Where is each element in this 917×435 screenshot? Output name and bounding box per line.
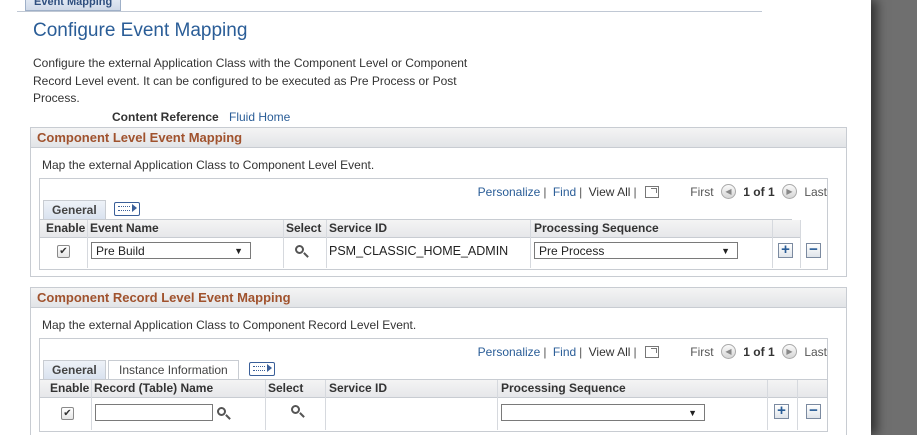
component-level-group: Component Level Event Mapping Map the ex… <box>30 127 847 277</box>
first-link[interactable]: First <box>690 345 713 359</box>
add-row-icon[interactable]: + <box>774 403 789 419</box>
view-all-link[interactable]: View All <box>589 345 631 359</box>
personalize-link[interactable]: Personalize <box>478 345 541 359</box>
delete-row-icon[interactable]: − <box>806 242 821 258</box>
tab-general[interactable]: General <box>43 360 106 379</box>
col-service-id: Service ID <box>329 381 388 395</box>
grid-tabs: General <box>40 199 792 220</box>
next-icon[interactable]: ▶ <box>781 344 797 360</box>
processing-sequence-value: Pre Process <box>539 244 605 258</box>
service-id-value: PSM_CLASSIC_HOME_ADMIN <box>329 244 509 258</box>
dropdown-arrow-icon: ▼ <box>688 408 697 418</box>
col-event-name: Event Name <box>90 221 159 235</box>
component-level-grid: Personalize | Find | View All | First ◀ 1 o… <box>39 178 828 270</box>
view-all-link[interactable]: View All <box>589 185 631 199</box>
previous-icon[interactable]: ◀ <box>720 184 736 200</box>
table-header: Enable Record (Table) Name Select Servic… <box>40 380 827 398</box>
col-enable: Enable <box>46 221 86 235</box>
processing-sequence-dropdown[interactable]: ▼ <box>501 404 705 421</box>
col-processing-sequence: Processing Sequence <box>534 221 659 235</box>
content-reference-link[interactable]: Fluid Home <box>229 110 290 124</box>
processing-sequence-dropdown[interactable]: Pre Process ▼ <box>534 242 738 259</box>
find-link[interactable]: Find <box>553 185 576 199</box>
dropdown-arrow-icon: ▼ <box>234 246 243 256</box>
page-title: Configure Event Mapping <box>33 20 248 41</box>
grid-navigation: Personalize | Find | View All | First ◀ 1 o… <box>477 184 827 200</box>
first-link[interactable]: First <box>690 185 713 199</box>
grid-navigation: Personalize | Find | View All | First ◀ 1 o… <box>477 344 827 360</box>
dropdown-arrow-icon: ▼ <box>721 246 730 256</box>
grid-tabs: General Instance Information <box>40 359 827 380</box>
row-range: 1 of 1 <box>743 184 775 199</box>
search-icon[interactable] <box>295 245 304 254</box>
popout-icon[interactable] <box>644 185 659 198</box>
col-service-id: Service ID <box>329 221 388 235</box>
delete-row-icon[interactable]: − <box>806 403 821 419</box>
tab-general[interactable]: General <box>43 200 106 219</box>
col-processing-sequence: Processing Sequence <box>501 381 626 395</box>
table-header: Enable Event Name Select Service ID Proc… <box>40 220 800 238</box>
show-all-columns-icon[interactable] <box>249 362 275 376</box>
tab-instance-information[interactable]: Instance Information <box>108 360 239 379</box>
event-mapping-tab[interactable]: Event Mapping <box>25 0 122 11</box>
show-all-columns-icon[interactable] <box>114 202 140 216</box>
col-select: Select <box>286 221 322 235</box>
col-select: Select <box>268 381 304 395</box>
tab-divider <box>17 11 762 12</box>
event-name-dropdown[interactable]: Pre Build ▼ <box>91 242 251 259</box>
col-enable: Enable <box>50 381 90 395</box>
next-icon[interactable]: ▶ <box>781 184 797 200</box>
enable-checkbox[interactable]: ✔ <box>57 245 70 258</box>
component-level-header: Component Level Event Mapping <box>31 128 846 148</box>
record-lookup-icon[interactable] <box>217 407 226 416</box>
component-level-description: Map the external Application Class to Co… <box>42 158 375 172</box>
enable-checkbox[interactable]: ✔ <box>61 407 74 420</box>
previous-icon[interactable]: ◀ <box>720 344 736 360</box>
add-row-icon[interactable]: + <box>778 242 793 258</box>
search-icon[interactable] <box>291 405 300 414</box>
page-instructions: Configure the external Application Class… <box>33 56 468 105</box>
popout-icon[interactable] <box>644 345 659 358</box>
component-record-level-grid: Personalize | Find | View All | First ◀ 1 o… <box>39 338 828 432</box>
last-link[interactable]: Last <box>804 185 827 199</box>
event-name-value: Pre Build <box>96 244 145 258</box>
row-range: 1 of 1 <box>743 344 775 359</box>
col-record-name: Record (Table) Name <box>94 381 214 395</box>
page: Event Mapping Configure Event Mapping Co… <box>0 0 871 435</box>
component-record-level-group: Component Record Level Event Mapping Map… <box>30 287 847 435</box>
last-link[interactable]: Last <box>804 345 827 359</box>
personalize-link[interactable]: Personalize <box>478 185 541 199</box>
find-link[interactable]: Find <box>553 345 576 359</box>
content-reference-label: Content Reference <box>112 110 219 124</box>
record-name-input[interactable] <box>95 404 213 421</box>
component-record-level-header: Component Record Level Event Mapping <box>31 288 846 308</box>
component-record-level-description: Map the external Application Class to Co… <box>42 318 417 332</box>
